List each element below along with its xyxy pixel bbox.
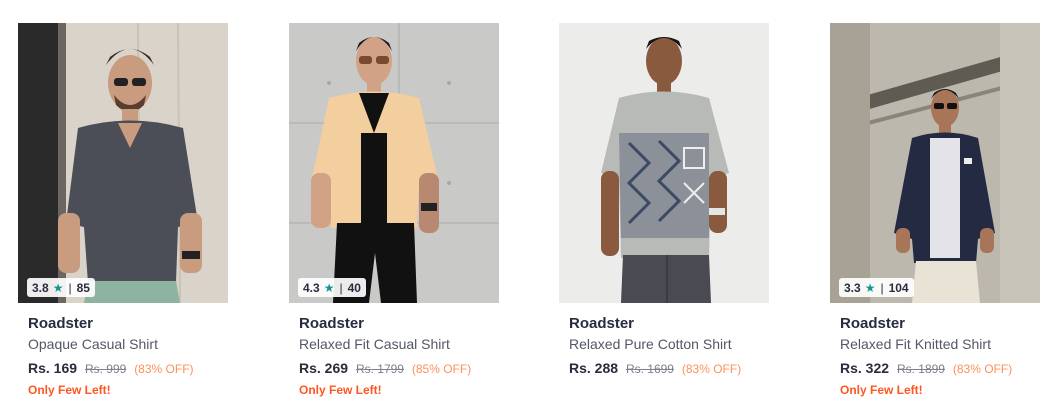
rating-badge: 3.3 ★ | 104: [839, 278, 914, 297]
product-price: Rs. 322: [840, 360, 890, 376]
star-icon: ★: [323, 280, 335, 295]
rating-badge: 3.8 ★ | 85: [27, 278, 95, 297]
star-icon: ★: [52, 280, 64, 295]
product-discount: (85% OFF): [411, 362, 472, 376]
rating-value: 3.8: [32, 280, 49, 295]
product-title: Relaxed Fit Knitted Shirt: [840, 336, 991, 352]
product-discount: (83% OFF): [134, 362, 194, 376]
product-card[interactable]: Roadster Relaxed Pure Cotton Shirt Rs. 2…: [559, 23, 769, 383]
rating-count: 104: [888, 280, 909, 295]
stock-label: Only Few Left!: [840, 383, 923, 397]
stock-label: Only Few Left!: [28, 383, 111, 397]
product-photo: [559, 23, 769, 303]
product-image[interactable]: 4.3 ★ | 40: [289, 23, 499, 303]
product-title: Relaxed Fit Casual Shirt: [299, 336, 450, 352]
product-card[interactable]: 3.8 ★ | 85 Roadster Opaque Casual Shirt …: [18, 23, 228, 397]
product-brand: Roadster: [28, 315, 94, 332]
product-title: Opaque Casual Shirt: [28, 336, 158, 352]
product-mrp: Rs. 999: [84, 362, 127, 376]
product-brand: Roadster: [840, 315, 906, 332]
product-discount: (83% OFF): [952, 362, 1013, 376]
product-card[interactable]: 3.3 ★ | 104 Roadster Relaxed Fit Knitted…: [830, 23, 1040, 397]
product-title: Relaxed Pure Cotton Shirt: [569, 336, 732, 352]
rating-value: 4.3: [303, 280, 320, 295]
product-image[interactable]: 3.8 ★ | 85: [18, 23, 228, 303]
price-row: Rs. 169 Rs. 999 (83% OFF): [28, 360, 228, 376]
product-brand: Roadster: [299, 315, 365, 332]
price-row: Rs. 269 Rs. 1799 (85% OFF): [299, 360, 499, 376]
product-photo: [830, 23, 1040, 303]
product-mrp: Rs. 1699: [625, 362, 674, 376]
rating-count: 85: [76, 280, 90, 295]
price-row: Rs. 288 Rs. 1699 (83% OFF): [569, 360, 769, 376]
product-image[interactable]: 3.3 ★ | 104: [830, 23, 1040, 303]
rating-separator: |: [339, 280, 343, 295]
product-photo: [18, 23, 228, 303]
price-row: Rs. 322 Rs. 1899 (83% OFF): [840, 360, 1040, 376]
product-brand: Roadster: [569, 315, 635, 332]
product-price: Rs. 269: [299, 360, 349, 376]
product-discount: (83% OFF): [681, 362, 742, 376]
rating-badge: 4.3 ★ | 40: [298, 278, 366, 297]
product-price: Rs. 288: [569, 360, 619, 376]
product-grid: 3.8 ★ | 85 Roadster Opaque Casual Shirt …: [0, 0, 1059, 419]
rating-count: 40: [347, 280, 361, 295]
product-image[interactable]: [559, 23, 769, 303]
product-price: Rs. 169: [28, 360, 78, 376]
stock-label: Only Few Left!: [299, 383, 382, 397]
star-icon: ★: [864, 280, 876, 295]
rating-separator: |: [880, 280, 884, 295]
product-photo: [289, 23, 499, 303]
product-card[interactable]: 4.3 ★ | 40 Roadster Relaxed Fit Casual S…: [289, 23, 499, 397]
rating-value: 3.3: [844, 280, 861, 295]
product-mrp: Rs. 1799: [355, 362, 404, 376]
product-mrp: Rs. 1899: [896, 362, 945, 376]
rating-separator: |: [68, 280, 72, 295]
